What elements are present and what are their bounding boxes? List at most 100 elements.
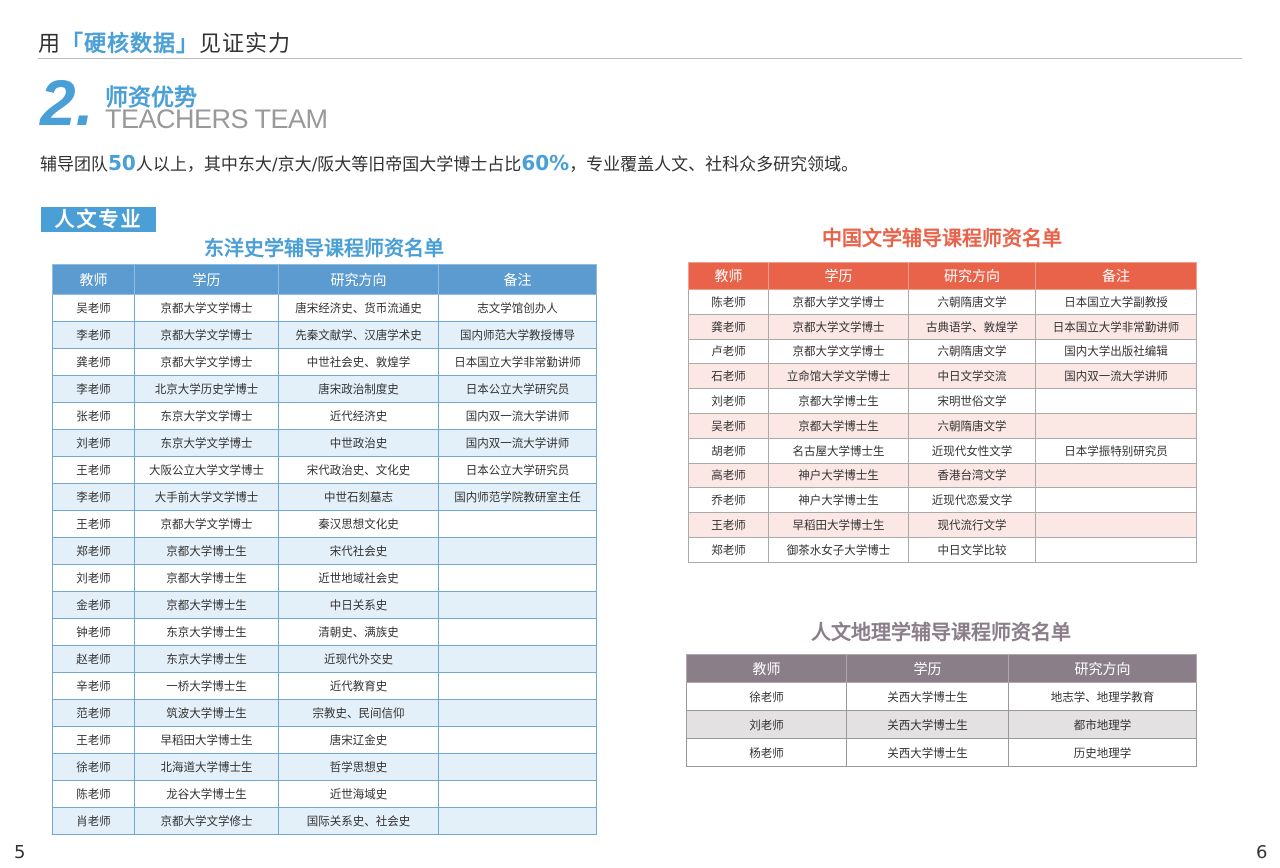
page-number-right: 6	[1256, 842, 1268, 863]
table1-cell: 京都大学文学博士	[134, 348, 279, 376]
table1-cell: 近现代外交史	[278, 645, 439, 673]
table1-cell: 李老师	[52, 375, 135, 403]
table1-cell: 东京大学文学博士	[134, 429, 279, 457]
table1-row: 陈老师 龙谷大学博士生 近世海域史	[52, 780, 597, 808]
table2-cell: 立命馆大学文学博士	[768, 363, 909, 390]
table1-row: 刘老师 京都大学博士生 近世地域社会史	[52, 564, 597, 592]
table1-cell: 筑波大学博士生	[134, 699, 279, 727]
table3-row: 杨老师 关西大学博士生 历史地理学	[686, 738, 1197, 767]
table3: 教师 学历 研究方向 徐老师 关西大学博士生 地志学、地理学教育 刘老师 关西大学博士生…	[686, 654, 1197, 767]
table1-row: 金老师 京都大学博士生 中日关系史	[52, 591, 597, 619]
table1-cell: 宋代政治史、文化史	[278, 456, 439, 484]
table2-header-cell: 学历	[768, 262, 909, 290]
table1-cell: 日本国立大学非常勤讲师	[438, 348, 597, 376]
table1-cell: 郑老师	[52, 537, 135, 565]
table1-row: 范老师 筑波大学博士生 宗教史、民间信仰	[52, 699, 597, 727]
header-highlight: 「硬核数据」	[61, 32, 200, 57]
table1-cell: 钟老师	[52, 618, 135, 646]
table1-cell: 东京大学博士生	[134, 618, 279, 646]
table1-cell: 中世石刻墓志	[278, 483, 439, 511]
header-prefix: 用	[38, 32, 62, 57]
table2-row: 龚老师 京都大学文学博士 古典语学、敦煌学 日本国立大学非常勤讲师	[688, 313, 1197, 340]
table2-row: 刘老师 京都大学博士生 宋明世俗文学	[688, 388, 1197, 414]
table1-cell: 京都大学文学博士	[134, 321, 279, 349]
intro-num1: 50	[108, 151, 136, 175]
table1-title: 东洋史学辅导课程师资名单	[204, 236, 444, 260]
table3-header-cell: 学历	[846, 654, 1009, 683]
table1: 教师 学历 研究方向 备注 吴老师 京都大学文学博士 唐宋经济史、货币流通史 志文学馆…	[52, 264, 597, 835]
table1-cell: 吴老师	[52, 294, 135, 322]
table1-cell	[438, 537, 597, 565]
table1-cell: 志文学馆创办人	[438, 294, 597, 322]
table3-cell: 关西大学博士生	[846, 710, 1009, 739]
table1-row: 李老师 京都大学文学博士 先秦文献学、汉唐学术史 国内师范大学教授博导	[52, 321, 597, 349]
table1-cell: 秦汉思想文化史	[278, 510, 439, 538]
table2-row: 陈老师 京都大学文学博士 六朝隋唐文学 日本国立大学副教授	[688, 289, 1197, 315]
table1-cell: 刘老师	[52, 564, 135, 592]
table1-cell: 唐宋经济史、货币流通史	[278, 294, 439, 322]
table2-cell: 中日文学交流	[908, 363, 1036, 390]
table1-row: 李老师 大手前大学文学博士 中世石刻墓志 国内师范学院教研室主任	[52, 483, 597, 511]
table1-header-row: 教师 学历 研究方向 备注	[52, 264, 597, 295]
table2-row: 王老师 早稻田大学博士生 现代流行文学	[688, 512, 1197, 538]
table1-row: 辛老师 一桥大学博士生 近代教育史	[52, 672, 597, 700]
intro-num2: 60%	[521, 151, 570, 175]
table3-header-cell: 教师	[686, 654, 847, 683]
table1-cell: 王老师	[52, 726, 135, 754]
table1-cell: 东京大学博士生	[134, 645, 279, 673]
table1-cell: 肖老师	[52, 807, 135, 835]
table2-cell: 神户大学博士生	[768, 462, 909, 489]
table2-cell: 现代流行文学	[908, 512, 1036, 538]
table1-row: 钟老师 东京大学博士生 清朝史、满族史	[52, 618, 597, 646]
table2-cell	[1035, 462, 1197, 489]
table2-cell: 郑老师	[688, 536, 769, 563]
table2-row: 石老师 立命馆大学文学博士 中日文学交流 国内双一流大学讲师	[688, 363, 1197, 390]
table2-header-cell: 研究方向	[908, 262, 1036, 290]
table1-cell	[438, 591, 597, 619]
table2-cell: 古典语学、敦煌学	[908, 313, 1036, 340]
table1-cell: 刘老师	[52, 429, 135, 457]
table1-row: 王老师 京都大学文学博士 秦汉思想文化史	[52, 510, 597, 538]
table2-cell	[1035, 512, 1197, 538]
page-number-left: 5	[14, 842, 26, 863]
table2-cell	[1035, 487, 1197, 514]
table1-row: 赵老师 东京大学博士生 近现代外交史	[52, 645, 597, 673]
table1-cell	[438, 699, 597, 727]
table2-cell: 王老师	[688, 512, 769, 538]
table2-cell: 京都大学文学博士	[768, 313, 909, 340]
table1-cell: 京都大学文学博士	[134, 294, 279, 322]
header-divider	[38, 58, 1242, 59]
table1-cell	[438, 618, 597, 646]
table1-cell	[438, 564, 597, 592]
table1-cell: 李老师	[52, 483, 135, 511]
table1-cell: 宋代社会史	[278, 537, 439, 565]
table2-cell: 高老师	[688, 462, 769, 489]
table3-cell: 关西大学博士生	[846, 738, 1009, 767]
table3-header-cell: 研究方向	[1008, 654, 1197, 683]
table3-cell: 刘老师	[686, 710, 847, 739]
table2-header-cell: 教师	[688, 262, 769, 290]
table2-cell: 早稻田大学博士生	[768, 512, 909, 538]
table3-cell: 徐老师	[686, 682, 847, 711]
table2-row: 乔老师 神户大学博士生 近现代恋爱文学	[688, 487, 1197, 514]
table1-cell: 陈老师	[52, 780, 135, 808]
table1-cell: 日本公立大学研究员	[438, 375, 597, 403]
table3-cell: 都市地理学	[1008, 710, 1197, 739]
table1-cell: 李老师	[52, 321, 135, 349]
table1-cell	[438, 780, 597, 808]
table1-cell: 国内双一流大学讲师	[438, 402, 597, 430]
table2-cell: 龚老师	[688, 313, 769, 340]
table2-row: 高老师 神户大学博士生 香港台湾文学	[688, 462, 1197, 489]
table3-cell: 历史地理学	[1008, 738, 1197, 767]
table2-cell: 神户大学博士生	[768, 487, 909, 514]
table2-cell: 六朝隋唐文学	[908, 289, 1036, 315]
table1-cell: 张老师	[52, 402, 135, 430]
table2-cell	[1035, 412, 1197, 439]
table1-cell: 国内双一流大学讲师	[438, 429, 597, 457]
table2-cell: 京都大学博士生	[768, 388, 909, 414]
table1-cell: 北京大学历史学博士	[134, 375, 279, 403]
table1-cell: 龙谷大学博士生	[134, 780, 279, 808]
table1-cell: 京都大学博士生	[134, 591, 279, 619]
table1-cell: 国内师范大学教授博导	[438, 321, 597, 349]
category-tag: 人文专业	[41, 207, 156, 232]
